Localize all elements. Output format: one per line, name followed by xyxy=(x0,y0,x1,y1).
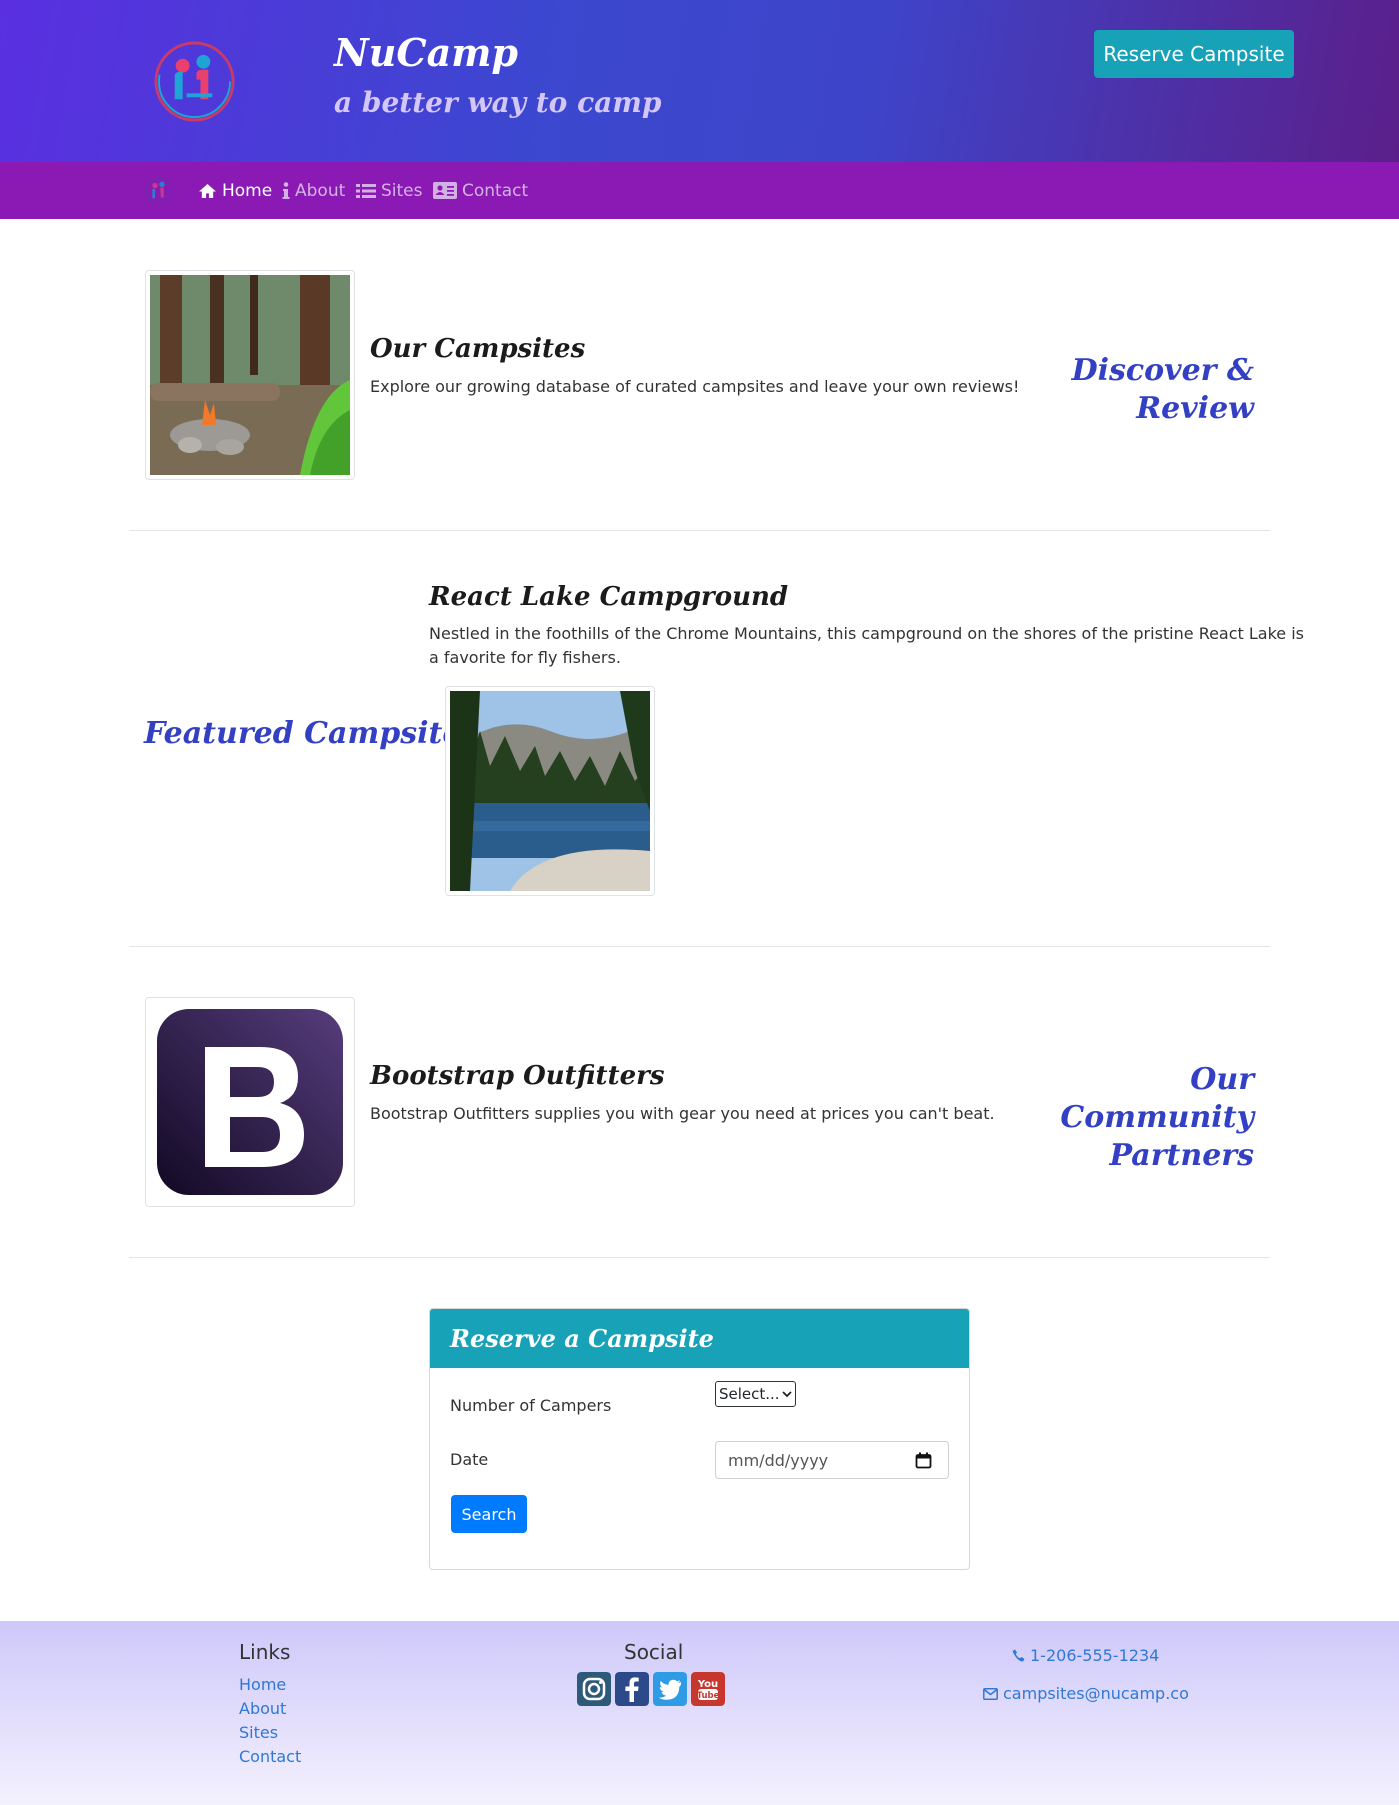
svg-text:Tube: Tube xyxy=(697,1691,720,1701)
section-divider xyxy=(129,530,1270,531)
nav-home[interactable]: Home xyxy=(198,162,272,219)
featured-campsite-description-line1: Nestled in the foothills of the Chrome M… xyxy=(429,624,1305,643)
footer-email-text: campsites@nucamp.co xyxy=(1003,1684,1189,1703)
featured-campsite-title: React Lake Campground xyxy=(429,582,789,612)
nav-home-label: Home xyxy=(222,180,273,201)
community-partners-heading-line2: Partners xyxy=(1109,1138,1254,1173)
navbar-logo-icon[interactable] xyxy=(145,177,173,205)
footer-email[interactable]: campsites@nucamp.co xyxy=(983,1684,1189,1703)
campsites-thumbnail xyxy=(145,270,355,480)
react-lake-image xyxy=(450,691,650,891)
svg-text:You: You xyxy=(697,1679,718,1690)
info-icon xyxy=(282,182,290,199)
nav-contact-label: Contact xyxy=(462,180,529,201)
partner-thumbnail xyxy=(145,997,355,1207)
nucamp-logo-icon xyxy=(154,41,235,122)
address-card-icon xyxy=(433,182,457,199)
home-icon xyxy=(199,183,216,198)
campsites-title: Our Campsites xyxy=(370,334,586,364)
date-input-placeholder: mm/dd/yyyy xyxy=(728,1450,829,1470)
main-navbar: Home About Sites Contact xyxy=(0,162,1399,219)
nav-sites[interactable]: Sites xyxy=(356,162,423,219)
footer-link-home[interactable]: Home xyxy=(239,1675,286,1694)
section-divider xyxy=(129,946,1270,947)
search-button[interactable]: Search xyxy=(451,1495,527,1533)
campers-label: Number of Campers xyxy=(450,1396,612,1415)
footer-link-contact[interactable]: Contact xyxy=(239,1747,301,1766)
youtube-icon[interactable]: You Tube xyxy=(691,1672,725,1706)
footer-phone-text: 1-206-555-1234 xyxy=(1030,1646,1160,1665)
reserve-card-title: Reserve a Campsite xyxy=(430,1309,969,1368)
twitter-icon[interactable] xyxy=(653,1672,687,1706)
campers-select-value: Select... xyxy=(719,1385,780,1403)
partner-description: Bootstrap Outfitters supplies you with g… xyxy=(370,1104,995,1123)
instagram-icon[interactable] xyxy=(577,1672,611,1706)
campers-select[interactable]: Select... xyxy=(715,1381,796,1407)
nav-contact[interactable]: Contact xyxy=(433,162,528,219)
footer-phone[interactable]: 1-206-555-1234 xyxy=(1012,1646,1159,1665)
partner-title: Bootstrap Outfitters xyxy=(370,1061,665,1091)
footer-social-heading: Social xyxy=(624,1640,684,1664)
chevron-down-icon xyxy=(781,1391,792,1398)
campfire-forest-image xyxy=(150,275,350,475)
nav-about-label: About xyxy=(295,180,346,201)
envelope-icon xyxy=(983,1687,998,1700)
date-label: Date xyxy=(450,1450,489,1469)
discover-review-heading: Discover & Review xyxy=(1071,353,1254,426)
footer-links-heading: Links xyxy=(239,1640,291,1664)
reserve-campsite-button[interactable]: Reserve Campsite xyxy=(1094,30,1294,78)
footer-link-about[interactable]: About xyxy=(239,1699,286,1718)
list-icon xyxy=(356,183,376,198)
site-header: NuCamp a better way to camp Reserve Camp… xyxy=(0,0,1399,162)
brand-subtitle: a better way to camp xyxy=(334,86,662,119)
calendar-icon[interactable] xyxy=(915,1452,932,1469)
nav-sites-label: Sites xyxy=(381,180,423,201)
community-partners-heading: Our Community Partners xyxy=(1000,1061,1254,1175)
nav-about[interactable]: About xyxy=(282,162,345,219)
date-input[interactable]: mm/dd/yyyy xyxy=(715,1441,949,1479)
bootstrap-logo-icon xyxy=(157,1009,343,1195)
featured-campsite-description-line2: a favorite for fly fishers. xyxy=(429,648,621,667)
site-footer: Links Home About Sites Contact Social Yo… xyxy=(0,1621,1399,1805)
community-partners-heading-line1: Our Community xyxy=(1060,1062,1254,1135)
section-divider xyxy=(129,1257,1270,1258)
facebook-icon[interactable] xyxy=(615,1672,649,1706)
featured-campsites-heading: Featured Campsites xyxy=(144,716,479,751)
phone-icon xyxy=(1012,1649,1025,1662)
brand-title: NuCamp xyxy=(334,30,519,75)
campsites-description: Explore our growing database of curated … xyxy=(370,377,1020,396)
footer-link-sites[interactable]: Sites xyxy=(239,1723,278,1742)
featured-campsite-thumbnail xyxy=(445,686,655,896)
